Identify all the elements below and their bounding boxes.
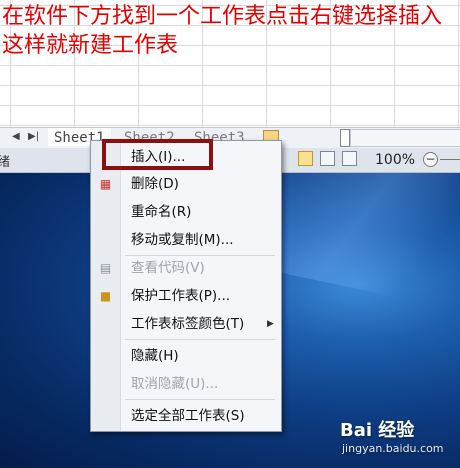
menu-item-select-all-sheets[interactable]: 选定全部工作表(S) xyxy=(91,404,281,428)
menu-item-delete[interactable]: ▦ 删除(D) xyxy=(91,172,281,196)
menu-item-move-copy[interactable]: 移动或复制(M)... xyxy=(91,228,281,252)
sheet-tab-context-menu: 插入(I)... ▦ 删除(D) 重命名(R) 移动或复制(M)... ▤ 查看… xyxy=(90,140,282,432)
page-layout-view-icon[interactable] xyxy=(320,151,335,166)
menu-item-label: 查看代码(V) xyxy=(131,260,205,276)
watermark-brand: Bai 经验 xyxy=(340,420,415,441)
menu-item-label: 选定全部工作表(S) xyxy=(131,408,245,424)
last-sheet-button[interactable]: ▶| xyxy=(28,131,39,142)
menu-item-label: 工作表标签颜色(T) xyxy=(131,316,245,332)
menu-item-label: 保护工作表(P)... xyxy=(131,288,231,304)
menu-item-rename[interactable]: 重命名(R) xyxy=(91,200,281,224)
lock-icon: ■ xyxy=(99,289,112,303)
menu-item-label: 重命名(R) xyxy=(131,204,192,220)
menu-separator xyxy=(125,399,275,400)
submenu-arrow-icon: ▶ xyxy=(267,319,274,329)
menu-item-label: 移动或复制(M)... xyxy=(131,232,234,248)
instruction-caption: 在软件下方找到一个工作表点击右键选择插入这样就新建工作表 xyxy=(2,4,443,58)
view-code-icon: ▤ xyxy=(99,261,112,275)
menu-item-unhide: 取消隐藏(U)... xyxy=(91,372,281,396)
normal-view-icon[interactable] xyxy=(298,151,313,166)
menu-separator xyxy=(125,339,275,340)
menu-item-label: 删除(D) xyxy=(131,176,179,192)
delete-sheet-icon: ▦ xyxy=(99,177,112,191)
horizontal-scrollbar[interactable] xyxy=(350,129,460,147)
menu-item-tab-color[interactable]: 工作表标签颜色(T) ▶ xyxy=(91,312,281,336)
zoom-out-button[interactable]: − xyxy=(423,152,438,167)
menu-item-view-code: ▤ 查看代码(V) xyxy=(91,256,281,280)
menu-item-hide[interactable]: 隐藏(H) xyxy=(91,344,281,368)
page-break-view-icon[interactable] xyxy=(342,151,357,166)
menu-item-label: 取消隐藏(U)... xyxy=(131,376,219,392)
prev-sheet-button[interactable]: ◀ xyxy=(12,131,20,142)
menu-item-protect-sheet[interactable]: ■ 保护工作表(P)... xyxy=(91,284,281,308)
scroll-split-handle[interactable] xyxy=(340,129,350,147)
watermark-url: jingyan.baidu.com xyxy=(342,442,444,455)
zoom-level[interactable]: 100% xyxy=(375,152,415,168)
insert-highlight-box xyxy=(102,139,213,170)
zoom-slider[interactable] xyxy=(440,159,460,160)
status-ready-text: 绪 xyxy=(0,155,11,170)
menu-item-label: 隐藏(H) xyxy=(131,348,179,364)
